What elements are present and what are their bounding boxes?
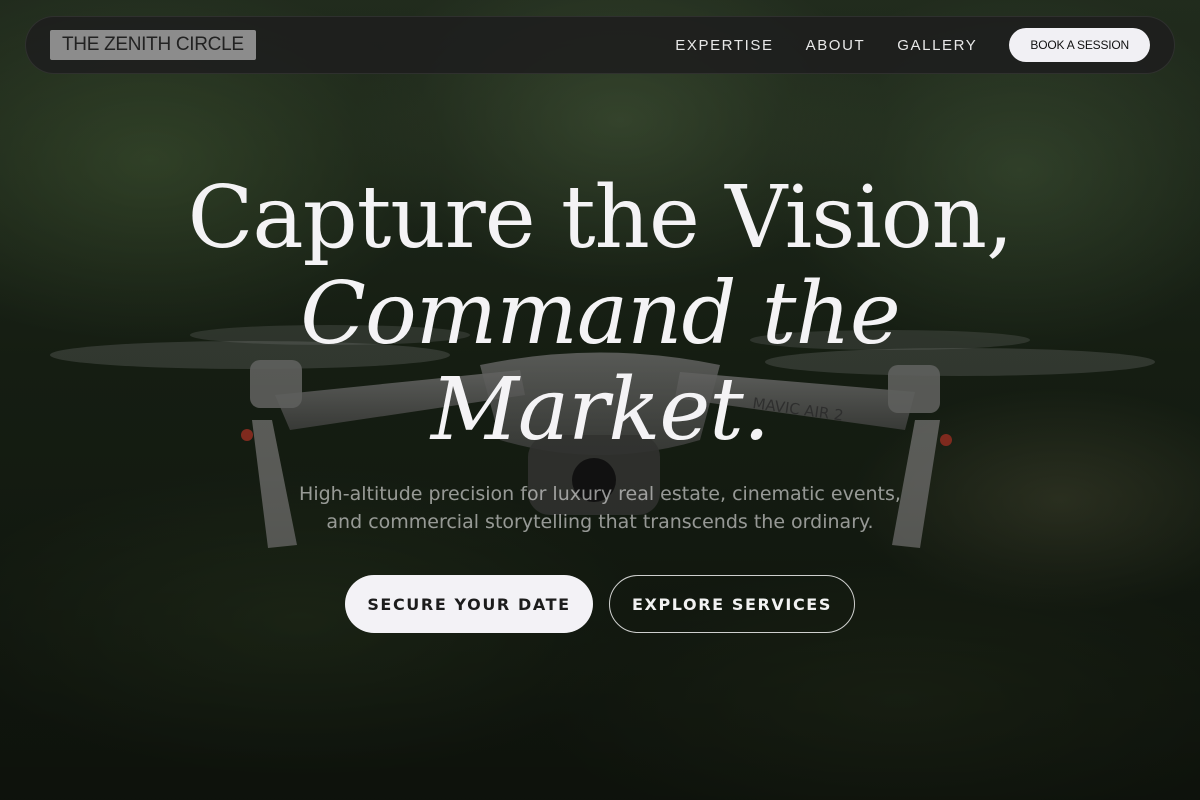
headline-line-1: Capture the Vision, xyxy=(187,168,1014,268)
explore-services-button[interactable]: EXPLORE SERVICES xyxy=(609,575,855,633)
headline-line-2: Command the xyxy=(300,264,901,364)
hero-subtitle: High-altitude precision for luxury real … xyxy=(299,483,901,533)
headline-line-3: Market. xyxy=(430,360,770,460)
book-session-button[interactable]: BOOK A SESSION xyxy=(1009,28,1150,62)
hero-headline: Capture the Vision, Command the Market. xyxy=(0,170,1200,458)
nav-link-gallery[interactable]: GALLERY xyxy=(897,37,977,54)
brand-logo[interactable]: THE ZENITH CIRCLE xyxy=(50,30,256,60)
secure-date-button[interactable]: SECURE YOUR DATE xyxy=(345,575,593,633)
nav-link-expertise[interactable]: EXPERTISE xyxy=(675,37,773,54)
nav-links: EXPERTISE ABOUT GALLERY BOOK A SESSION xyxy=(675,28,1150,62)
top-navbar: THE ZENITH CIRCLE EXPERTISE ABOUT GALLER… xyxy=(25,16,1175,74)
nav-link-about[interactable]: ABOUT xyxy=(806,37,866,54)
